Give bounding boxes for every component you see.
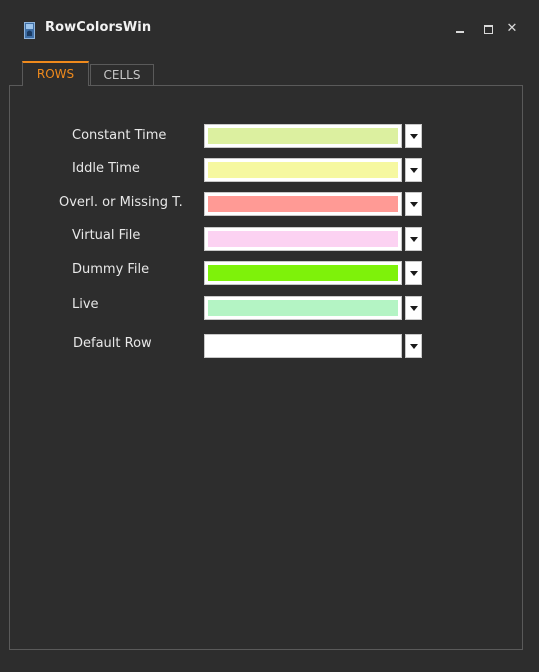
window-title: RowColorsWin (45, 20, 152, 35)
dropdown-button[interactable] (405, 227, 422, 251)
color-swatch-fill (208, 162, 398, 178)
dropdown-button[interactable] (405, 158, 422, 182)
window-app-icon (24, 22, 35, 39)
color-picker-default-row[interactable] (204, 334, 422, 358)
color-swatch[interactable] (204, 192, 402, 216)
chevron-down-icon (410, 168, 418, 173)
maximize-icon (484, 25, 493, 34)
color-swatch-fill (208, 300, 398, 316)
chevron-down-icon (410, 271, 418, 276)
row-label-dummy-file: Dummy File (72, 262, 150, 277)
color-picker-constant-time[interactable] (204, 124, 422, 148)
dropdown-button[interactable] (405, 192, 422, 216)
chevron-down-icon (410, 344, 418, 349)
row-label-virtual-file: Virtual File (72, 228, 141, 243)
row-label-overlapped-missing: Overl. or Missing T. (59, 195, 183, 210)
color-picker-overlapped-missing[interactable] (204, 192, 422, 216)
row-colors-window: RowColorsWin ✕ ROWS CELLS Constant Time … (0, 0, 539, 672)
color-picker-virtual-file[interactable] (204, 227, 422, 251)
chevron-down-icon (410, 202, 418, 207)
dropdown-button[interactable] (405, 296, 422, 320)
tab-rows-label: ROWS (36, 67, 75, 81)
title-bar[interactable]: RowColorsWin ✕ (0, 0, 539, 56)
row-label-iddle-time: Iddle Time (72, 161, 140, 176)
color-picker-iddle-time[interactable] (204, 158, 422, 182)
close-button[interactable]: ✕ (503, 20, 521, 38)
maximize-button[interactable] (480, 20, 498, 38)
color-swatch[interactable] (204, 261, 402, 285)
tab-rows[interactable]: ROWS (22, 61, 89, 86)
minimize-button[interactable] (451, 20, 469, 38)
color-picker-live[interactable] (204, 296, 422, 320)
tab-cells[interactable]: CELLS (90, 64, 154, 86)
dropdown-button[interactable] (405, 124, 422, 148)
dropdown-button[interactable] (405, 261, 422, 285)
row-label-live: Live (72, 297, 99, 312)
minimize-icon (456, 31, 464, 33)
color-swatch[interactable] (204, 158, 402, 182)
dropdown-button[interactable] (405, 334, 422, 358)
color-swatch-fill (208, 128, 398, 144)
color-swatch-fill (208, 265, 398, 281)
close-icon: ✕ (506, 21, 518, 36)
color-swatch[interactable] (204, 296, 402, 320)
chevron-down-icon (410, 306, 418, 311)
chevron-down-icon (410, 134, 418, 139)
color-swatch[interactable] (204, 227, 402, 251)
chevron-down-icon (410, 237, 418, 242)
color-swatch-fill (208, 231, 398, 247)
tab-cells-label: CELLS (103, 68, 141, 82)
row-label-constant-time: Constant Time (72, 128, 167, 143)
color-picker-dummy-file[interactable] (204, 261, 422, 285)
color-swatch-fill (208, 196, 398, 212)
color-swatch[interactable] (204, 124, 402, 148)
color-swatch[interactable] (204, 334, 402, 358)
row-label-default-row: Default Row (73, 336, 152, 351)
color-swatch-fill (208, 338, 398, 354)
